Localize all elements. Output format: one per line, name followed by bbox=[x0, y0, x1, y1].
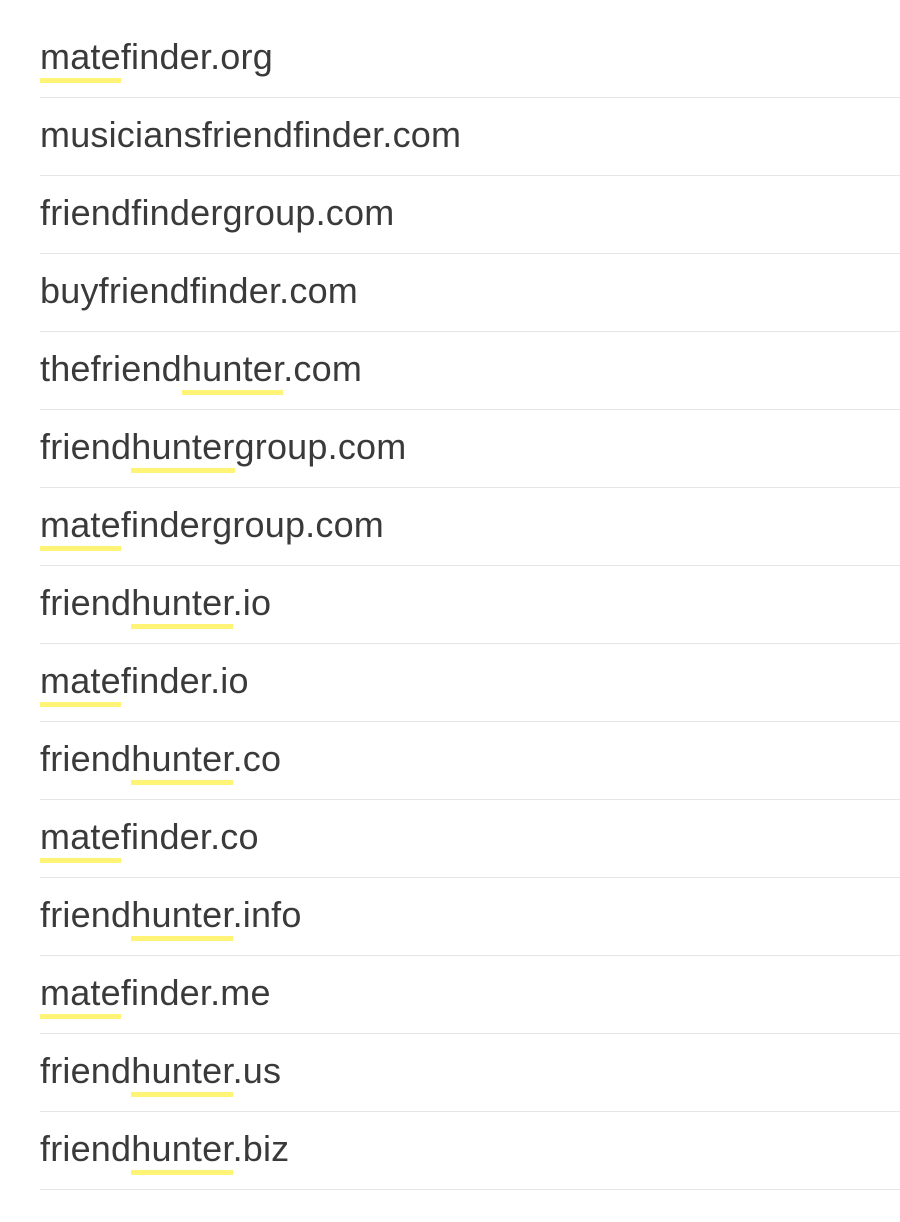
domain-name-segment: musiciansfriendfinder.com bbox=[40, 113, 462, 155]
domain-name-segment: finder.io bbox=[120, 659, 249, 701]
keyword-highlight: hunter bbox=[131, 1127, 233, 1175]
domain-suggestion-list: matefinder.org musiciansfriendfinder.com f… bbox=[40, 20, 900, 1190]
domain-row[interactable]: matefinder.org bbox=[40, 20, 900, 98]
domain-name-segment: friend bbox=[40, 737, 132, 779]
domain-name: matefinder.io bbox=[40, 659, 249, 707]
domain-row[interactable]: buyfriendfinder.com bbox=[40, 254, 900, 332]
keyword-highlight: hunter bbox=[131, 581, 233, 629]
keyword-highlight: hunter bbox=[131, 1049, 233, 1097]
domain-name-segment: thefriend bbox=[40, 347, 182, 389]
domain-name: friendhunter.io bbox=[40, 581, 272, 629]
keyword-highlight: hunter bbox=[181, 347, 284, 395]
domain-name-segment: finder.co bbox=[120, 815, 259, 857]
domain-row[interactable]: thefriendhunter.com bbox=[40, 332, 900, 410]
domain-name: buyfriendfinder.com bbox=[40, 269, 358, 315]
domain-row[interactable]: friendhunter.io bbox=[40, 566, 900, 644]
domain-row[interactable]: friendhunter.info bbox=[40, 878, 900, 956]
domain-name-segment: friend bbox=[40, 1049, 132, 1091]
domain-name-segment: finder.me bbox=[120, 971, 271, 1013]
keyword-highlight: hunter bbox=[131, 425, 235, 473]
domain-row[interactable]: matefinder.me bbox=[40, 956, 900, 1034]
domain-name-segment: friend bbox=[40, 425, 132, 467]
domain-name-segment: .co bbox=[232, 737, 282, 779]
domain-name-segment: friend bbox=[40, 581, 132, 623]
domain-name-segment: .us bbox=[232, 1049, 282, 1091]
domain-row[interactable]: musiciansfriendfinder.com bbox=[40, 98, 900, 176]
domain-name: matefinder.co bbox=[40, 815, 259, 863]
keyword-highlight: mate bbox=[40, 971, 121, 1019]
domain-name: matefinder.me bbox=[40, 971, 271, 1019]
domain-name-segment: .info bbox=[232, 893, 302, 935]
domain-name-segment: friend bbox=[40, 1127, 132, 1169]
domain-row[interactable]: matefinder.co bbox=[40, 800, 900, 878]
keyword-highlight: mate bbox=[40, 35, 121, 83]
domain-name: friendhunter.co bbox=[40, 737, 282, 785]
domain-row[interactable]: friendfindergroup.com bbox=[40, 176, 900, 254]
domain-row[interactable]: friendhuntergroup.com bbox=[40, 410, 900, 488]
domain-name: musiciansfriendfinder.com bbox=[40, 113, 462, 159]
keyword-highlight: mate bbox=[40, 659, 121, 707]
domain-name-segment: findergroup.com bbox=[120, 503, 384, 545]
domain-row[interactable]: friendhunter.biz bbox=[40, 1112, 900, 1190]
keyword-highlight: hunter bbox=[131, 737, 233, 785]
domain-name-segment: group.com bbox=[234, 425, 407, 467]
domain-row[interactable]: matefindergroup.com bbox=[40, 488, 900, 566]
domain-name-segment: .io bbox=[232, 581, 272, 623]
domain-row[interactable]: friendhunter.co bbox=[40, 722, 900, 800]
keyword-highlight: mate bbox=[40, 503, 121, 551]
keyword-highlight: hunter bbox=[131, 893, 233, 941]
domain-row[interactable]: matefinder.io bbox=[40, 644, 900, 722]
domain-name-segment: finder.org bbox=[120, 35, 273, 77]
keyword-highlight: mate bbox=[40, 815, 121, 863]
domain-name: friendhunter.biz bbox=[40, 1127, 290, 1175]
domain-name-segment: .com bbox=[283, 347, 363, 389]
domain-row[interactable]: friendhunter.us bbox=[40, 1034, 900, 1112]
domain-name: thefriendhunter.com bbox=[40, 347, 363, 395]
domain-name: friendhunter.us bbox=[40, 1049, 282, 1097]
domain-name: friendfindergroup.com bbox=[40, 191, 395, 237]
domain-name-segment: .biz bbox=[232, 1127, 290, 1169]
domain-name: matefinder.org bbox=[40, 35, 273, 83]
domain-name-segment: buyfriendfinder.com bbox=[40, 269, 358, 311]
domain-name: matefindergroup.com bbox=[40, 503, 384, 551]
domain-name-segment: friendfindergroup.com bbox=[40, 191, 395, 233]
domain-name: friendhuntergroup.com bbox=[40, 425, 407, 473]
domain-name: friendhunter.info bbox=[40, 893, 302, 941]
domain-name-segment: friend bbox=[40, 893, 132, 935]
